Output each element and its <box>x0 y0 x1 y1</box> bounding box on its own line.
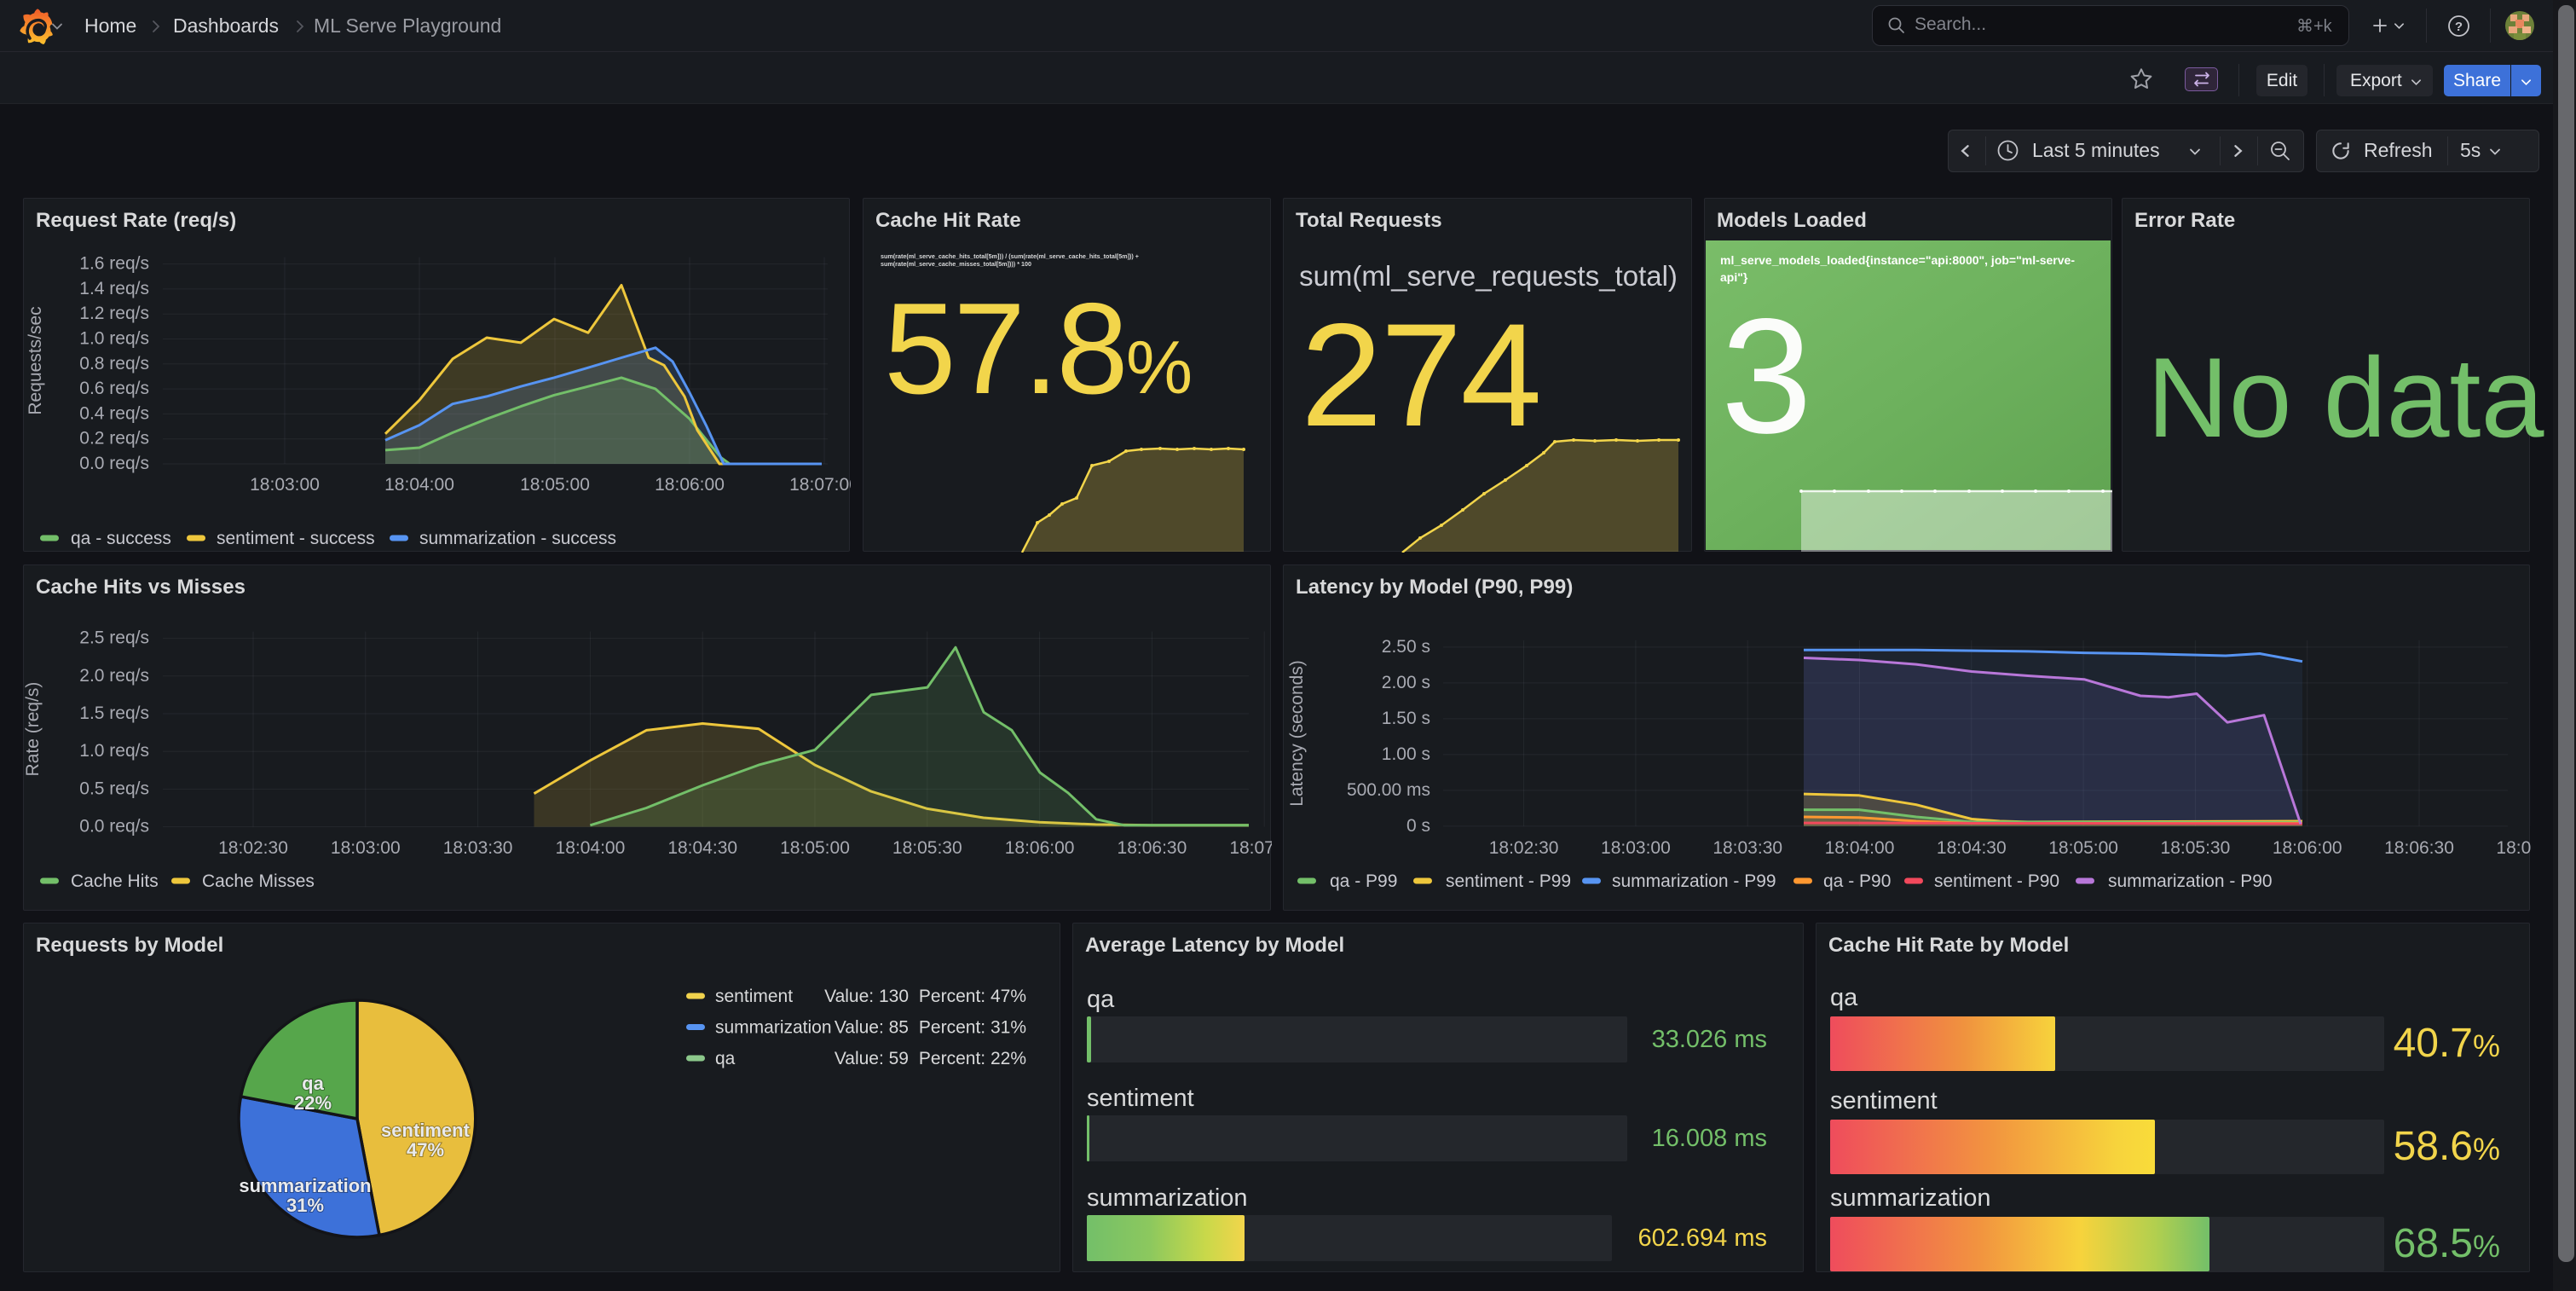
svg-text:1.0 req/s: 1.0 req/s <box>79 329 149 349</box>
svg-text:summarization - P99: summarization - P99 <box>1612 871 1776 891</box>
svg-text:18:03:30: 18:03:30 <box>443 838 513 858</box>
svg-text:18:06:30: 18:06:30 <box>1118 838 1187 858</box>
svg-text:18:05:30: 18:05:30 <box>2161 838 2231 858</box>
svg-text:0.8 req/s: 0.8 req/s <box>79 354 149 373</box>
svg-text:sentiment - P99: sentiment - P99 <box>1446 871 1571 891</box>
svg-text:18:05:00: 18:05:00 <box>780 838 850 858</box>
svg-text:18:07:00: 18:07:00 <box>1229 838 1272 858</box>
svg-text:Cache Misses: Cache Misses <box>202 871 315 891</box>
svg-text:sentiment: sentiment <box>715 987 793 1006</box>
svg-text:?: ? <box>2455 20 2463 34</box>
svg-text:0.0 req/s: 0.0 req/s <box>79 817 149 837</box>
svg-text:0.4 req/s: 0.4 req/s <box>79 403 149 423</box>
svg-text:sentiment - P90: sentiment - P90 <box>1934 871 2059 891</box>
svg-text:18:06:30: 18:06:30 <box>2384 838 2454 858</box>
svg-text:18:03:00: 18:03:00 <box>331 838 401 858</box>
svg-text:2.00 s: 2.00 s <box>1382 673 1430 692</box>
svg-text:1.5 req/s: 1.5 req/s <box>79 703 149 723</box>
svg-text:22%: 22% <box>294 1092 332 1114</box>
svg-text:18:05:30: 18:05:30 <box>892 838 962 858</box>
svg-text:summarization - P90: summarization - P90 <box>2108 871 2273 891</box>
svg-text:18:04:30: 18:04:30 <box>667 838 737 858</box>
svg-text:18:04:00: 18:04:00 <box>384 475 454 495</box>
svg-text:18:03:00: 18:03:00 <box>250 475 320 495</box>
svg-text:summarization - success: summarization - success <box>419 529 616 548</box>
svg-text:Rate (req/s): Rate (req/s) <box>24 682 43 777</box>
svg-text:18:06:00: 18:06:00 <box>2273 838 2342 858</box>
svg-text:qa: qa <box>302 1073 324 1094</box>
svg-text:0.0 req/s: 0.0 req/s <box>79 454 149 473</box>
svg-text:qa - P99: qa - P99 <box>1330 871 1397 891</box>
svg-text:Cache Hits: Cache Hits <box>71 871 159 891</box>
svg-text:Percent: 31%: Percent: 31% <box>919 1018 1026 1038</box>
svg-text:47%: 47% <box>407 1139 444 1161</box>
svg-text:Latency (seconds): Latency (seconds) <box>1287 660 1307 807</box>
svg-text:0 s: 0 s <box>1406 816 1430 836</box>
svg-text:1.4 req/s: 1.4 req/s <box>79 279 149 298</box>
svg-text:1.0 req/s: 1.0 req/s <box>79 741 149 761</box>
svg-text:qa - success: qa - success <box>71 529 171 548</box>
svg-text:500.00 ms: 500.00 ms <box>1347 780 1430 800</box>
svg-text:1.50 s: 1.50 s <box>1382 709 1430 728</box>
svg-text:summarization: summarization <box>239 1175 371 1196</box>
svg-text:Requests/sec: Requests/sec <box>26 306 45 414</box>
svg-text:Value: 85: Value: 85 <box>835 1018 909 1038</box>
svg-text:18:02:30: 18:02:30 <box>218 838 288 858</box>
svg-text:2.5 req/s: 2.5 req/s <box>79 628 149 648</box>
svg-text:Value: 59: Value: 59 <box>835 1049 909 1068</box>
svg-text:summarization: summarization <box>715 1018 832 1038</box>
svg-text:0.5 req/s: 0.5 req/s <box>79 779 149 798</box>
svg-text:18:05:00: 18:05:00 <box>2048 838 2118 858</box>
svg-text:sentiment: sentiment <box>381 1120 471 1141</box>
svg-text:18:06:00: 18:06:00 <box>1005 838 1075 858</box>
svg-text:18:07:00: 18:07:00 <box>2496 838 2531 858</box>
svg-text:sentiment - success: sentiment - success <box>217 529 375 548</box>
svg-text:1.2 req/s: 1.2 req/s <box>79 304 149 323</box>
svg-text:1.6 req/s: 1.6 req/s <box>79 254 149 274</box>
svg-text:2.50 s: 2.50 s <box>1382 637 1430 657</box>
svg-text:31%: 31% <box>286 1195 324 1216</box>
svg-text:18:03:30: 18:03:30 <box>1713 838 1782 858</box>
svg-text:Percent: 22%: Percent: 22% <box>919 1049 1026 1068</box>
svg-text:18:06:00: 18:06:00 <box>655 475 725 495</box>
svg-text:Percent: 47%: Percent: 47% <box>919 987 1026 1006</box>
svg-text:18:02:30: 18:02:30 <box>1489 838 1559 858</box>
svg-text:18:07:00: 18:07:00 <box>789 475 851 495</box>
svg-text:18:04:00: 18:04:00 <box>556 838 626 858</box>
svg-text:0.6 req/s: 0.6 req/s <box>79 379 149 398</box>
svg-text:18:03:00: 18:03:00 <box>1601 838 1671 858</box>
svg-text:1.00 s: 1.00 s <box>1382 744 1430 764</box>
svg-text:2.0 req/s: 2.0 req/s <box>79 666 149 686</box>
svg-text:qa - P90: qa - P90 <box>1823 871 1891 891</box>
svg-text:0.2 req/s: 0.2 req/s <box>79 429 149 449</box>
svg-text:18:04:00: 18:04:00 <box>1825 838 1895 858</box>
svg-text:18:05:00: 18:05:00 <box>520 475 590 495</box>
svg-text:18:04:30: 18:04:30 <box>1937 838 2007 858</box>
svg-text:Value: 130: Value: 130 <box>824 987 909 1006</box>
svg-text:qa: qa <box>715 1049 736 1068</box>
